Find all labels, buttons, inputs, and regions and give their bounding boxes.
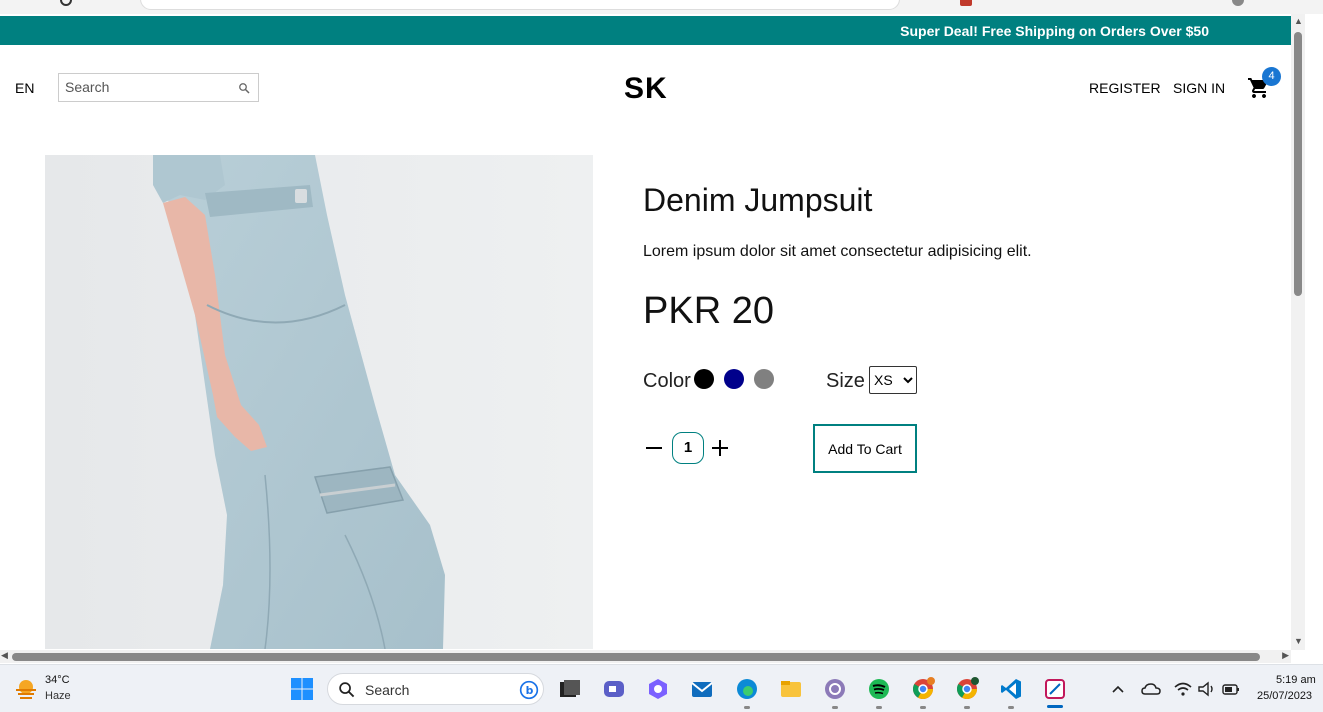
task-view-icon[interactable] [558,677,582,701]
teams-chat-icon[interactable] [602,677,626,701]
quantity-value: 1 [672,432,704,464]
minus-icon [646,447,662,449]
cart-count-badge: 4 [1262,67,1281,86]
quantity-increase-button[interactable] [711,434,729,465]
file-explorer-icon[interactable] [779,677,803,701]
promo-banner: Super Deal! Free Shipping on Orders Over… [0,16,1291,45]
product-title: Denim Jumpsuit [643,182,873,218]
profile-avatar[interactable] [1232,0,1244,6]
vertical-scrollbar[interactable]: ▲ ▼ [1291,14,1305,650]
taskbar-search-label: Search [365,682,410,698]
edge-browser-icon[interactable] [735,677,759,701]
denim-jumpsuit-illustration [45,155,593,649]
extension-icon[interactable] [960,0,972,6]
taskbar-search-box[interactable]: Search b [327,673,544,705]
size-select[interactable]: XS [869,366,917,394]
search-icon[interactable] [238,82,250,94]
promo-banner-text: Super Deal! Free Shipping on Orders Over… [900,23,1209,39]
weather-temperature: 34°C [45,674,70,686]
product-price: PKR 20 [643,290,774,332]
vertical-scroll-thumb[interactable] [1294,32,1302,296]
scroll-right-arrow-icon[interactable]: ▶ [1282,650,1289,661]
color-swatch-black[interactable] [694,369,714,389]
horizontal-scrollbar[interactable]: ◀ ▶ [0,650,1291,663]
running-app-indicator [876,706,882,709]
scroll-up-arrow-icon[interactable]: ▲ [1294,16,1303,26]
chevron-up-icon[interactable] [1110,677,1126,701]
weather-description: Haze [45,690,71,702]
running-app-indicator [1008,706,1014,709]
reload-icon[interactable] [60,0,72,6]
chrome-profile-2-icon[interactable] [955,677,979,701]
mail-icon[interactable] [690,677,714,701]
product-description: Lorem ipsum dolor sit amet consectetur a… [643,243,1032,260]
taskbar-search-icon [339,682,355,698]
horizontal-scroll-thumb[interactable] [12,653,1260,661]
browser-toolbar [0,0,1323,14]
register-link[interactable]: REGISTER [1089,80,1161,96]
running-app-indicator [964,706,970,709]
color-swatch-gray[interactable] [754,369,774,389]
size-label: Size [826,370,865,392]
plus-icon [712,440,728,456]
color-swatch-darkblue[interactable] [724,369,744,389]
onedrive-cloud-icon[interactable] [1141,677,1161,701]
add-to-cart-button[interactable]: Add To Cart [813,424,917,473]
wifi-icon[interactable] [1173,677,1193,701]
app-swirl-icon[interactable] [823,677,847,701]
battery-icon[interactable] [1221,677,1241,701]
search-box[interactable] [58,73,259,102]
address-bar[interactable] [140,0,900,10]
spotify-icon[interactable] [867,677,891,701]
running-app-indicator [920,706,926,709]
clock-date[interactable]: 25/07/2023 [1257,690,1312,702]
windows-taskbar: 34°C Haze Search b 5:19 am 25/07/2023 [0,664,1323,712]
scroll-down-arrow-icon[interactable]: ▼ [1294,636,1303,646]
scroll-left-arrow-icon[interactable]: ◀ [1,650,8,661]
site-logo[interactable]: SK [624,72,668,106]
quantity-decrease-button[interactable] [645,436,663,467]
active-app-indicator [1047,705,1063,708]
product-image [45,155,593,649]
running-app-indicator [744,706,750,709]
haze-weather-icon[interactable] [14,677,38,701]
running-app-indicator [832,706,838,709]
widgets-icon[interactable] [646,677,670,701]
bing-icon[interactable]: b [519,680,539,700]
clock-time[interactable]: 5:19 am [1276,674,1316,686]
windows-start-icon[interactable] [290,677,314,701]
vscode-icon[interactable] [999,677,1023,701]
language-selector[interactable]: EN [15,80,34,96]
volume-icon[interactable] [1197,677,1217,701]
chrome-profile-1-icon[interactable] [911,677,935,701]
color-label: Color [643,370,691,392]
search-input[interactable] [65,79,225,95]
snipping-tool-icon[interactable] [1043,677,1067,701]
sign-in-link[interactable]: SIGN IN [1173,80,1225,96]
svg-text:b: b [526,684,534,697]
